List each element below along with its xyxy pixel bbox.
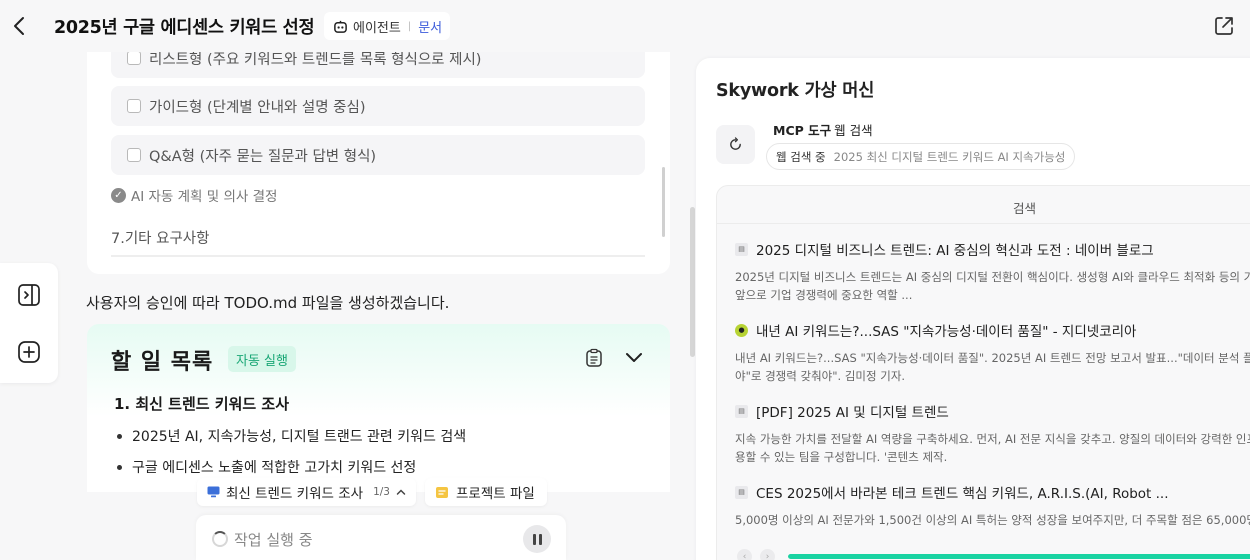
loading-spinner-icon <box>212 531 228 547</box>
chevron-down-icon <box>626 353 642 362</box>
search-result[interactable]: ▤ CES 2025에서 바라본 테크 트렌드 핵심 키워드, A.R.I.S.(… <box>735 482 1250 529</box>
monitor-icon <box>207 486 220 498</box>
query-text: 2025 최신 디지털 트렌드 키워드 AI 지속가능성 <box>833 149 1066 164</box>
pause-button[interactable] <box>523 525 551 553</box>
floating-toolbar <box>0 263 58 383</box>
format-options-card: 리스트형 (주요 키워드와 트렌드를 목록 형식으로 제시) 가이드형 (단계별… <box>87 52 670 274</box>
option-list-type[interactable]: 리스트형 (주요 키워드와 트렌드를 목록 형식으로 제시) <box>111 52 645 78</box>
folder-icon <box>436 487 448 498</box>
playback-bar: ‹ › <box>717 536 1250 560</box>
result-title[interactable]: 2025 디지털 비즈니스 트렌드: AI 중심의 혁신과 도전 : 네이버 블… <box>756 239 1154 259</box>
document-icon: ▤ <box>735 242 748 256</box>
option-qa-type[interactable]: Q&A형 (자주 묻는 질문과 답변 형식) <box>111 135 645 175</box>
todo-card: 할 일 목록 자동 실행 1. 최신 트렌드 키워드 조사 2025년 AI, … <box>87 324 670 492</box>
checkbox[interactable] <box>127 148 141 162</box>
refresh-icon <box>730 137 741 150</box>
back-button[interactable] <box>8 14 30 38</box>
todo-item: 2025년 AI, 지속가능성, 디지털 트랜드 관련 키워드 검색 <box>117 426 466 446</box>
clipboard-icon <box>586 348 602 367</box>
result-snippet: 내년 AI 키워드는?...SAS "지속가능성·데이터 품질". 2025년 … <box>735 351 1250 383</box>
pause-icon <box>532 533 536 545</box>
page-title: 2025년 구글 에디센스 키워드 선정 <box>54 18 315 38</box>
card-scrollbar[interactable] <box>662 167 665 237</box>
chevron-up-icon <box>396 489 406 495</box>
result-snippet: 5,000명 이상의 AI 전문가와 1,500건 이상의 AI 특허는 양적 … <box>735 513 1250 527</box>
prev-step-button[interactable]: ‹ <box>737 549 752 560</box>
sidebar-toggle-button[interactable] <box>17 283 41 307</box>
assistant-message: 사용자의 승인에 따라 TODO.md 파일을 생성하겠습니다. <box>86 294 450 312</box>
current-task-pill[interactable]: 최신 트렌드 키워드 조사 1/3 <box>197 478 416 506</box>
result-title[interactable]: 내년 AI 키워드는?...SAS "지속가능성·데이터 품질" - 지디넷코리… <box>756 320 1136 340</box>
agent-doc-switch[interactable]: 에이전트 | 문서 <box>324 12 451 40</box>
search-result[interactable]: ▤ 2025 디지털 비즈니스 트렌드: AI 중심의 혁신과 도전 : 네이버 … <box>735 239 1250 304</box>
file-label: 프로젝트 파일 <box>456 486 535 502</box>
option-guide-type[interactable]: 가이드형 (단계별 안내와 설명 중심) <box>111 86 645 126</box>
top-bar: 2025년 구글 에디센스 키워드 선정 에이전트 | 문서 <box>0 0 1250 52</box>
other-requirements-heading: 7.기타 요구사항 <box>111 231 210 247</box>
checkbox[interactable] <box>127 99 141 113</box>
next-step-button[interactable]: › <box>760 549 775 560</box>
tool-type: 웹 검색 <box>834 123 873 138</box>
collapse-button[interactable] <box>625 350 643 366</box>
share-button[interactable] <box>1213 15 1235 37</box>
result-title[interactable]: [PDF] 2025 AI 및 디지털 트렌드 <box>756 401 949 421</box>
option-label: 가이드형 (단계별 안내와 설명 중심) <box>149 99 366 116</box>
task-counter: 1/3 <box>373 486 390 498</box>
divider: | <box>407 20 412 32</box>
result-snippet: 2025년 디지털 비즈니스 트렌드는 AI 중심의 디지털 전환이 핵심이다.… <box>735 270 1250 302</box>
progress-fill <box>788 554 1250 559</box>
search-header: 검색 <box>717 186 1250 224</box>
search-result[interactable]: ▤ [PDF] 2025 AI 및 디지털 트렌드 지속 가능한 가치를 전달할 … <box>735 401 1250 466</box>
result-title[interactable]: CES 2025에서 바라본 테크 트렌드 핵심 키워드, A.R.I.S.(A… <box>756 482 1169 502</box>
plus-icon <box>18 341 40 363</box>
checkbox[interactable] <box>127 52 141 65</box>
ai-plan-label: AI 자동 계획 및 의사 결정 <box>131 189 278 205</box>
tool-name: MCP 도구 <box>773 123 832 138</box>
query-status: 웹 검색 중 <box>776 149 826 164</box>
check-circle-icon: ✓ <box>111 187 126 203</box>
pause-icon <box>538 533 542 545</box>
search-results-panel: 검색 ▤ 2025 디지털 비즈니스 트렌드: AI 중심의 혁신과 도전 : 네… <box>716 185 1250 560</box>
new-item-button[interactable] <box>17 340 41 364</box>
todo-section-heading: 1. 최신 트렌드 키워드 조사 <box>114 395 290 413</box>
execution-status-text: 작업 실행 중 <box>234 531 313 549</box>
task-label: 최신 트렌드 키워드 조사 <box>226 486 364 502</box>
todo-item: 구글 에디센스 노출에 적합한 고가치 키워드 선정 <box>117 457 416 477</box>
progress-slider[interactable] <box>788 554 1250 559</box>
tool-label: MCP 도구 웹 검색 <box>773 120 873 139</box>
auto-run-badge: 자동 실행 <box>228 346 296 372</box>
search-header-label: 검색 <box>1013 201 1037 216</box>
vm-title: Skywork 가상 머신 <box>716 81 875 101</box>
result-snippet: 지속 가능한 가치를 전달할 AI 역량을 구축하세요. 먼저, AI 전문 지… <box>735 432 1250 464</box>
search-result[interactable]: ● 내년 AI 키워드는?...SAS "지속가능성·데이터 품질" - 지디넷코… <box>735 320 1250 385</box>
agent-tab[interactable]: 에이전트 <box>353 17 401 36</box>
robot-icon <box>334 20 347 33</box>
tool-status-icon-box <box>716 125 755 164</box>
document-icon: ▤ <box>735 404 748 418</box>
project-files-pill[interactable]: 프로젝트 파일 <box>425 478 547 506</box>
sidebar-toggle-icon <box>18 284 40 306</box>
document-icon: ▤ <box>735 485 748 499</box>
chat-scrollbar[interactable] <box>690 207 695 357</box>
share-icon <box>1215 17 1233 35</box>
doc-tab[interactable]: 문서 <box>418 17 442 36</box>
option-label: 리스트형 (주요 키워드와 트렌드를 목록 형식으로 제시) <box>149 52 482 68</box>
site-logo-icon: ● <box>735 323 748 337</box>
todo-title: 할 일 목록 <box>111 350 214 375</box>
option-label: Q&A형 (자주 묻는 질문과 답변 형식) <box>149 148 377 165</box>
divider <box>111 255 645 257</box>
search-query-pill: 웹 검색 중 2025 최신 디지털 트렌드 키워드 AI 지속가능성 <box>766 143 1076 170</box>
virtual-machine-panel: Skywork 가상 머신 MCP 도구 웹 검색 웹 검색 중 2025 최신 … <box>696 58 1250 560</box>
todo-file-button[interactable] <box>584 348 604 368</box>
ai-plan-option[interactable]: ✓ AI 자동 계획 및 의사 결정 <box>111 185 277 205</box>
back-arrow-icon <box>14 17 24 35</box>
execution-status-bar: 작업 실행 중 <box>196 515 566 560</box>
